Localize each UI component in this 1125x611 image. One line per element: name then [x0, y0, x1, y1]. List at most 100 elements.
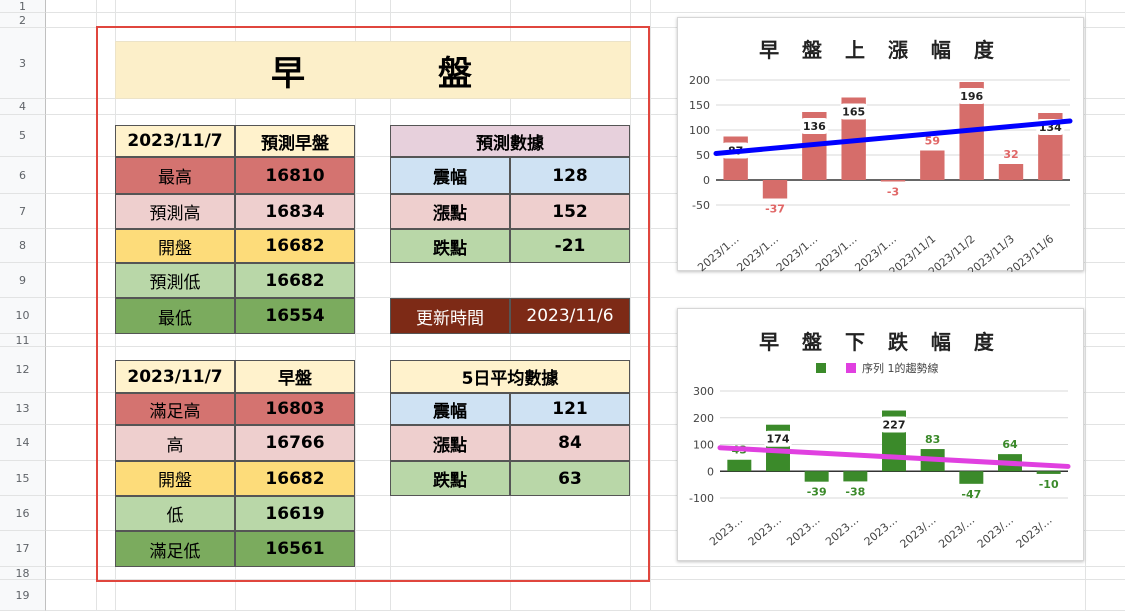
row-header[interactable]: 3	[0, 28, 46, 99]
data-label: 165	[842, 106, 865, 119]
row-header[interactable]: 11	[0, 334, 46, 347]
morning-header-cell[interactable]: 早盤	[235, 360, 355, 393]
forecast-date-cell[interactable]: 2023/11/7	[115, 125, 235, 157]
forecast-stats-header[interactable]: 預測數據	[390, 125, 630, 157]
data-label: 83	[925, 433, 940, 446]
fall-chart-plot: 3002001000-100432023…1742023…-392023…-38…	[689, 361, 1071, 551]
data-label: 196	[960, 90, 983, 103]
update-label-cell[interactable]: 更新時間	[390, 298, 510, 334]
avg-stat-value[interactable]: 63	[510, 461, 630, 496]
data-label: 64	[1002, 438, 1018, 451]
x-tick-label: 2023/1…	[695, 232, 741, 272]
x-tick-label: 2023…	[707, 513, 745, 548]
data-label: 227	[883, 419, 906, 432]
row-header[interactable]: 16	[0, 496, 46, 531]
avg-stat-value[interactable]: 121	[510, 393, 630, 425]
morning-label-cell[interactable]: 滿足高	[115, 393, 235, 425]
row-header[interactable]: 14	[0, 425, 46, 461]
row-header[interactable]: 2	[0, 13, 46, 28]
rise-chart[interactable]: 早 盤 上 漲 幅 度 200150100500-50872023/1…-372…	[677, 17, 1084, 272]
banner[interactable]: 早 盤	[115, 41, 631, 99]
row-header[interactable]: 4	[0, 99, 46, 115]
forecast-stat-value[interactable]: 128	[510, 157, 630, 194]
x-tick-label: 2023…	[746, 513, 784, 548]
forecast-label-cell[interactable]: 預測高	[115, 194, 235, 229]
forecast-value-cell[interactable]: 16682	[235, 229, 355, 263]
forecast-value-cell[interactable]: 16554	[235, 298, 355, 334]
y-tick-label: 0	[703, 174, 710, 187]
legend-label: 序列 1的趨勢線	[862, 361, 939, 375]
x-tick-label: 2023/1…	[813, 232, 859, 272]
forecast-label-cell[interactable]: 開盤	[115, 229, 235, 263]
data-label: 174	[767, 433, 790, 446]
morning-value-cell[interactable]: 16561	[235, 531, 355, 567]
banner-title-right: 盤	[438, 53, 472, 94]
bar	[998, 164, 1024, 180]
x-tick-label: 2023/…	[898, 513, 939, 550]
row-header[interactable]: 5	[0, 115, 46, 157]
column-gridline	[650, 0, 651, 611]
avg-stat-label[interactable]: 震幅	[390, 393, 510, 425]
row-header[interactable]: 7	[0, 194, 46, 229]
row-header[interactable]: 13	[0, 393, 46, 425]
avg-stat-label[interactable]: 漲點	[390, 425, 510, 461]
row-header[interactable]: 19	[0, 580, 46, 611]
legend-swatch-bar	[816, 363, 826, 373]
y-tick-label: 300	[693, 385, 714, 398]
forecast-stat-label[interactable]: 跌點	[390, 229, 510, 263]
y-tick-label: 150	[689, 99, 710, 112]
forecast-stat-value[interactable]: 152	[510, 194, 630, 229]
data-label: -3	[887, 186, 899, 199]
forecast-stat-label[interactable]: 漲點	[390, 194, 510, 229]
bar	[920, 150, 945, 180]
forecast-header-cell[interactable]: 預測早盤	[235, 125, 355, 157]
row-gridline	[46, 12, 1125, 13]
update-value-cell[interactable]: 2023/11/6	[510, 298, 630, 334]
forecast-label-cell[interactable]: 最低	[115, 298, 235, 334]
y-tick-label: -100	[689, 492, 714, 505]
x-tick-label: 2023/1…	[734, 232, 780, 272]
bar	[959, 471, 984, 484]
rise-chart-plot: 200150100500-50872023/1…-372023/1…136202…	[689, 74, 1073, 272]
row-header[interactable]: 15	[0, 461, 46, 496]
banner-title-left: 早	[271, 53, 305, 94]
forecast-value-cell[interactable]: 16834	[235, 194, 355, 229]
morning-label-cell[interactable]: 低	[115, 496, 235, 531]
morning-label-cell[interactable]: 滿足低	[115, 531, 235, 567]
y-tick-label: 200	[693, 412, 714, 425]
forecast-value-cell[interactable]: 16810	[235, 157, 355, 194]
y-tick-label: 50	[696, 149, 710, 162]
forecast-label-cell[interactable]: 預測低	[115, 263, 235, 298]
morning-date-cell[interactable]: 2023/11/7	[115, 360, 235, 393]
morning-value-cell[interactable]: 16619	[235, 496, 355, 531]
bar	[1036, 471, 1061, 474]
row-header[interactable]: 9	[0, 263, 46, 298]
forecast-stat-value[interactable]: -21	[510, 229, 630, 263]
row-header[interactable]: 18	[0, 567, 46, 580]
row-header[interactable]: 1	[0, 0, 46, 13]
y-tick-label: 100	[693, 439, 714, 452]
bar	[880, 180, 906, 182]
row-header[interactable]: 8	[0, 229, 46, 263]
column-gridline	[1085, 0, 1086, 611]
row-header[interactable]: 12	[0, 347, 46, 393]
row-header[interactable]: 10	[0, 298, 46, 334]
data-label: -37	[765, 203, 785, 216]
data-label: -10	[1039, 478, 1059, 491]
avg-stat-label[interactable]: 跌點	[390, 461, 510, 496]
avg-stats-header[interactable]: 5日平均數據	[390, 360, 630, 393]
avg-stat-value[interactable]: 84	[510, 425, 630, 461]
forecast-stat-label[interactable]: 震幅	[390, 157, 510, 194]
legend-swatch-trend	[846, 363, 856, 373]
fall-chart[interactable]: 早 盤 下 跌 幅 度 3002001000-100432023…1742023…	[677, 308, 1084, 561]
morning-value-cell[interactable]: 16682	[235, 461, 355, 496]
morning-value-cell[interactable]: 16803	[235, 393, 355, 425]
morning-value-cell[interactable]: 16766	[235, 425, 355, 461]
row-header[interactable]: 6	[0, 157, 46, 194]
morning-label-cell[interactable]: 開盤	[115, 461, 235, 496]
x-tick-label: 2023…	[823, 513, 861, 548]
row-header[interactable]: 17	[0, 531, 46, 567]
forecast-value-cell[interactable]: 16682	[235, 263, 355, 298]
morning-label-cell[interactable]: 高	[115, 425, 235, 461]
forecast-label-cell[interactable]: 最高	[115, 157, 235, 194]
